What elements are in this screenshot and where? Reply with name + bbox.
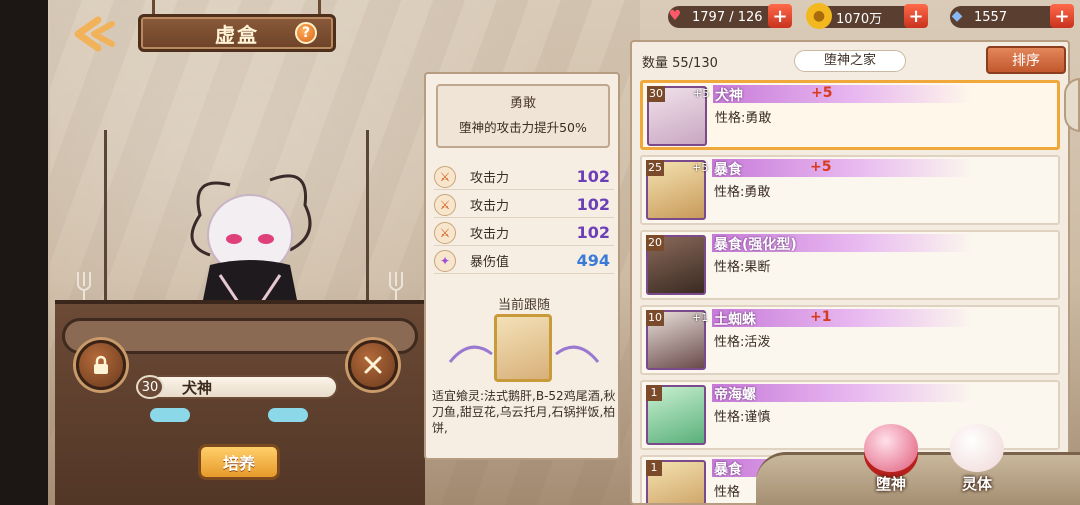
game-scene: 虚盒 ? 30 犬神 培养 勇敢 堕神的攻击力提升50% ⚔ 攻击力 102 ⚔… (0, 0, 1080, 505)
stat-label: 攻击力 (470, 199, 510, 214)
list-item-trait: 性格:果断 (714, 260, 771, 275)
gold-counter: ● 1070万 + (806, 3, 928, 29)
add-gold-button[interactable]: + (904, 4, 928, 28)
selected-level-badge: 30 (136, 375, 164, 399)
stat-label: 暴伤值 (470, 255, 510, 270)
list-item[interactable]: 30 +5 犬神 +5 性格:勇敢 (640, 80, 1060, 150)
sword-icon: ⚔ (434, 165, 456, 188)
back-button[interactable] (68, 14, 124, 54)
fallen-god-icon (864, 424, 918, 472)
crossed-utensils-icon (364, 356, 382, 374)
crit-icon: ✦ (434, 249, 456, 272)
gem-blue-left (150, 408, 190, 422)
list-item-level: 20 (646, 235, 664, 251)
add-stamina-button[interactable]: + (768, 4, 792, 28)
side-pull-tab[interactable] (1064, 78, 1080, 132)
sword-icon: ⚔ (434, 193, 456, 216)
stat-value: 494 (576, 251, 610, 270)
list-item-name: 暴食(强化型) (714, 237, 797, 253)
lock-button[interactable] (76, 340, 126, 390)
currency-bar: ♥ 1797 / 126 + ● 1070万 + ◆ 1557 + (620, 0, 1080, 36)
trait-description: 堕神的攻击力提升50% (459, 120, 587, 135)
help-icon: ? (301, 25, 311, 41)
spirit-icon (950, 424, 1004, 472)
crystal-counter: ◆ 1557 + (950, 4, 1074, 28)
list-item-name-banner (713, 85, 973, 103)
stat-row: ⚔ 攻击力 102 (434, 192, 614, 218)
stamina-value: 1797 / 126 (692, 9, 763, 25)
cultivate-label: 培养 (222, 454, 255, 473)
list-item-name: 犬神 (715, 88, 743, 104)
list-item-trait: 性格:活泼 (714, 335, 771, 350)
sword-icon: ⚔ (434, 221, 456, 244)
stat-row: ✦ 暴伤值 494 (434, 248, 614, 274)
follow-food-soul-portrait[interactable] (494, 314, 552, 382)
gold-coin-icon: ● (806, 3, 832, 29)
mode-label: 堕神 (875, 475, 906, 493)
mode-switcher: 堕神 灵体 (756, 418, 1080, 505)
list-item-trait: 性格:勇敢 (715, 111, 772, 126)
mode-fallen-god-button[interactable]: 堕神 (856, 420, 926, 500)
crystal-value: 1557 (974, 9, 1008, 25)
trait-name: 勇敢 (509, 96, 536, 111)
list-item-name: 帝海螺 (714, 387, 756, 403)
back-arrow-icon (74, 16, 115, 52)
selected-name: 犬神 (182, 378, 213, 397)
list-item-bonus: +5 (811, 85, 833, 101)
list-item-plus-tag: +5 (692, 161, 709, 174)
gem-blue-right (268, 408, 308, 422)
mode-spirit-button[interactable]: 灵体 (942, 420, 1012, 500)
lock-icon (94, 355, 108, 374)
list-item-name: 暴食 (714, 462, 742, 478)
suitable-food-souls-text: 适宜飨灵:法式鹅肝,B-52鸡尾酒,秋刀鱼,甜豆花,乌云托月,石锅拌饭,柏饼, (432, 389, 616, 435)
help-button[interactable]: ? (295, 22, 317, 44)
list-item-name: 土蜘蛛 (714, 312, 756, 328)
list-item-plus-tag: +5 (693, 87, 710, 100)
list-item-level: 30 (647, 86, 665, 102)
stat-label: 攻击力 (470, 171, 510, 186)
list-item-name-banner (712, 159, 972, 177)
filter-tab[interactable]: 堕神之家 (794, 50, 906, 72)
stat-label: 攻击力 (470, 227, 510, 242)
capacity-count: 数量 55/130 (642, 56, 718, 71)
add-crystal-button[interactable]: + (1050, 4, 1074, 28)
stat-value: 102 (576, 223, 610, 242)
gold-value: 1070万 (836, 11, 883, 27)
trait-box: 勇敢 堕神的攻击力提升50% (436, 84, 610, 148)
list-item-trait: 性格 (714, 485, 741, 500)
dismiss-button[interactable] (348, 340, 398, 390)
stat-row: ⚔ 攻击力 102 (434, 164, 614, 190)
mode-label: 灵体 (961, 475, 992, 493)
list-item-plus-tag: +1 (692, 311, 709, 324)
list-item-level: 10 (646, 310, 664, 326)
list-item-level: 1 (646, 460, 662, 476)
sort-label: 排序 (1012, 53, 1040, 69)
follow-label: 当前跟随 (497, 298, 550, 313)
list-item-level: 1 (646, 385, 662, 401)
page-title-text: 虚盒 (215, 22, 259, 47)
stat-value: 102 (576, 195, 610, 214)
sort-button[interactable]: 排序 (986, 46, 1066, 74)
list-item[interactable]: 10 +1 土蜘蛛 +1 性格:活泼 (640, 305, 1060, 375)
stamina-counter: ♥ 1797 / 126 + (668, 4, 792, 28)
cultivate-button[interactable]: 培养 (198, 444, 280, 480)
selected-name-bar: 30 犬神 (136, 375, 338, 399)
crystal-icon: ◆ (951, 8, 963, 24)
heart-icon: ♥ (668, 8, 682, 24)
stat-row: ⚔ 攻击力 102 (434, 220, 614, 246)
list-item-bonus: +1 (810, 309, 832, 325)
left-black-bar (0, 0, 48, 505)
list-item-name: 暴食 (714, 162, 742, 178)
stat-value: 102 (576, 167, 610, 186)
list-item-level: 25 (646, 160, 664, 176)
list-item[interactable]: 20 暴食(强化型) 性格:果断 (640, 230, 1060, 300)
list-item[interactable]: 25 +5 暴食 +5 性格:勇敢 (640, 155, 1060, 225)
list-item-bonus: +5 (810, 159, 832, 175)
list-item-trait: 性格:勇敢 (714, 185, 771, 200)
detail-panel: 勇敢 堕神的攻击力提升50% ⚔ 攻击力 102 ⚔ 攻击力 102 ⚔ 攻击力… (424, 72, 620, 460)
